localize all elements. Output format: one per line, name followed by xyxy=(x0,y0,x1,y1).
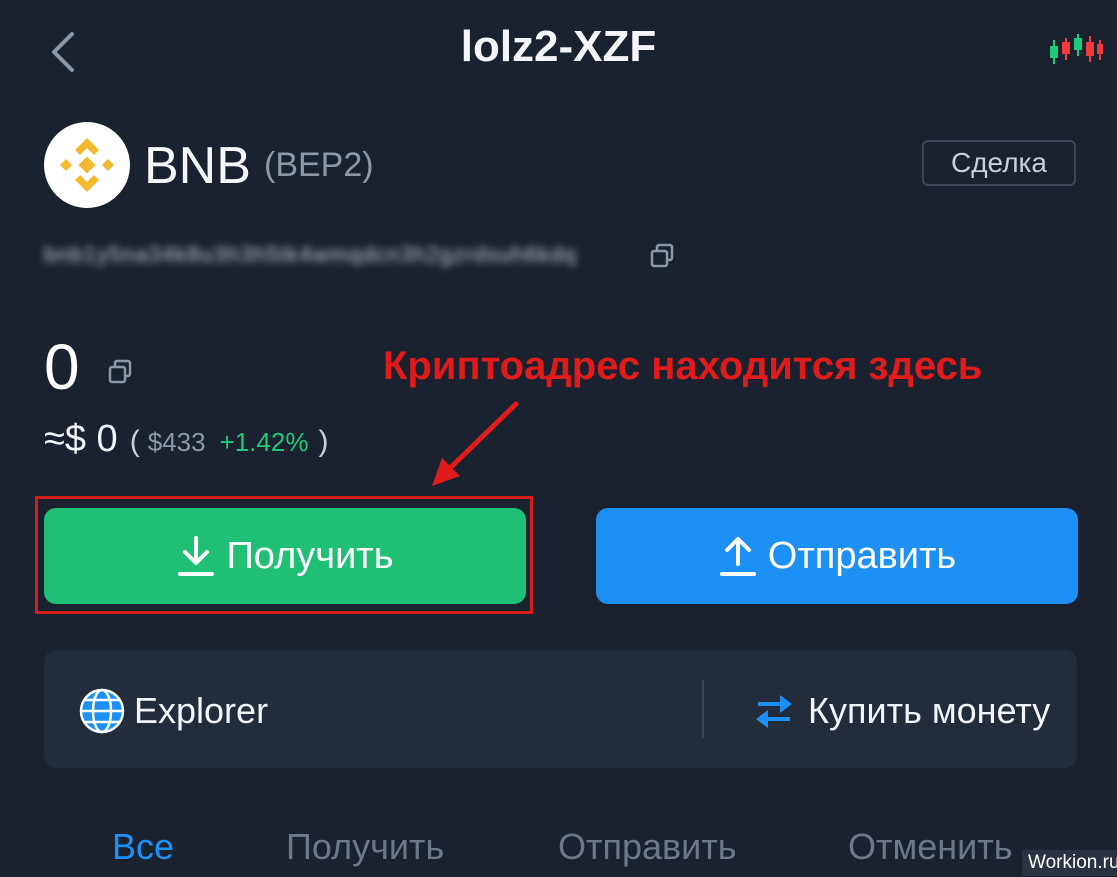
buy-coin-label: Купить монету xyxy=(808,690,1051,731)
tab-receive[interactable]: Получить xyxy=(286,826,444,868)
copy-icon xyxy=(108,359,132,384)
globe-icon xyxy=(79,688,125,734)
chart-button[interactable] xyxy=(1046,30,1104,70)
annotation-text: Криптоадрес находится здесь xyxy=(383,344,983,388)
coin-price: $433 xyxy=(147,427,206,457)
copy-balance-button[interactable] xyxy=(106,358,134,386)
explorer-label: Explorer xyxy=(134,690,269,731)
send-button[interactable]: Отправить xyxy=(596,508,1078,604)
paren-close: ) xyxy=(318,425,329,458)
tab-all[interactable]: Все xyxy=(112,826,174,868)
tab-send[interactable]: Отправить xyxy=(558,826,737,868)
annotation-highlight-box xyxy=(35,496,533,614)
coin-network: (BEP2) xyxy=(264,146,374,184)
page-title: lolz2-XZF xyxy=(460,22,657,71)
send-label: Отправить xyxy=(767,534,957,577)
fiat-value: ≈$ 0 xyxy=(44,418,118,460)
explorer-link[interactable]: Explorer xyxy=(78,686,268,736)
coin-name: BNB xyxy=(144,137,251,195)
copy-address-button[interactable] xyxy=(648,242,676,270)
trade-button[interactable]: Сделка xyxy=(922,140,1076,186)
watermark: Workion.ru xyxy=(1022,850,1117,876)
upload-icon xyxy=(719,537,756,576)
bnb-icon xyxy=(60,138,114,192)
wallet-address: bnb1y5na34k8u3h3h5tk4wmqdcn3h2gzrdsuh6kd… xyxy=(44,242,577,267)
buy-coin-link[interactable]: Купить монету xyxy=(754,686,1050,736)
bnb-logo xyxy=(44,122,130,208)
tab-cancel[interactable]: Отменить xyxy=(848,826,1013,868)
panel-divider xyxy=(702,680,704,738)
paren-open: ( xyxy=(129,425,140,458)
exchange-arrows-icon xyxy=(756,695,792,728)
price-change: +1.42% xyxy=(219,427,309,457)
fiat-value-row: ≈$ 0 ( $433 +1.42% ) xyxy=(44,418,328,461)
candlestick-chart-icon xyxy=(1050,34,1103,64)
annotation-arrow xyxy=(432,401,519,486)
copy-icon xyxy=(650,243,674,268)
balance-amount: 0 xyxy=(44,331,80,403)
